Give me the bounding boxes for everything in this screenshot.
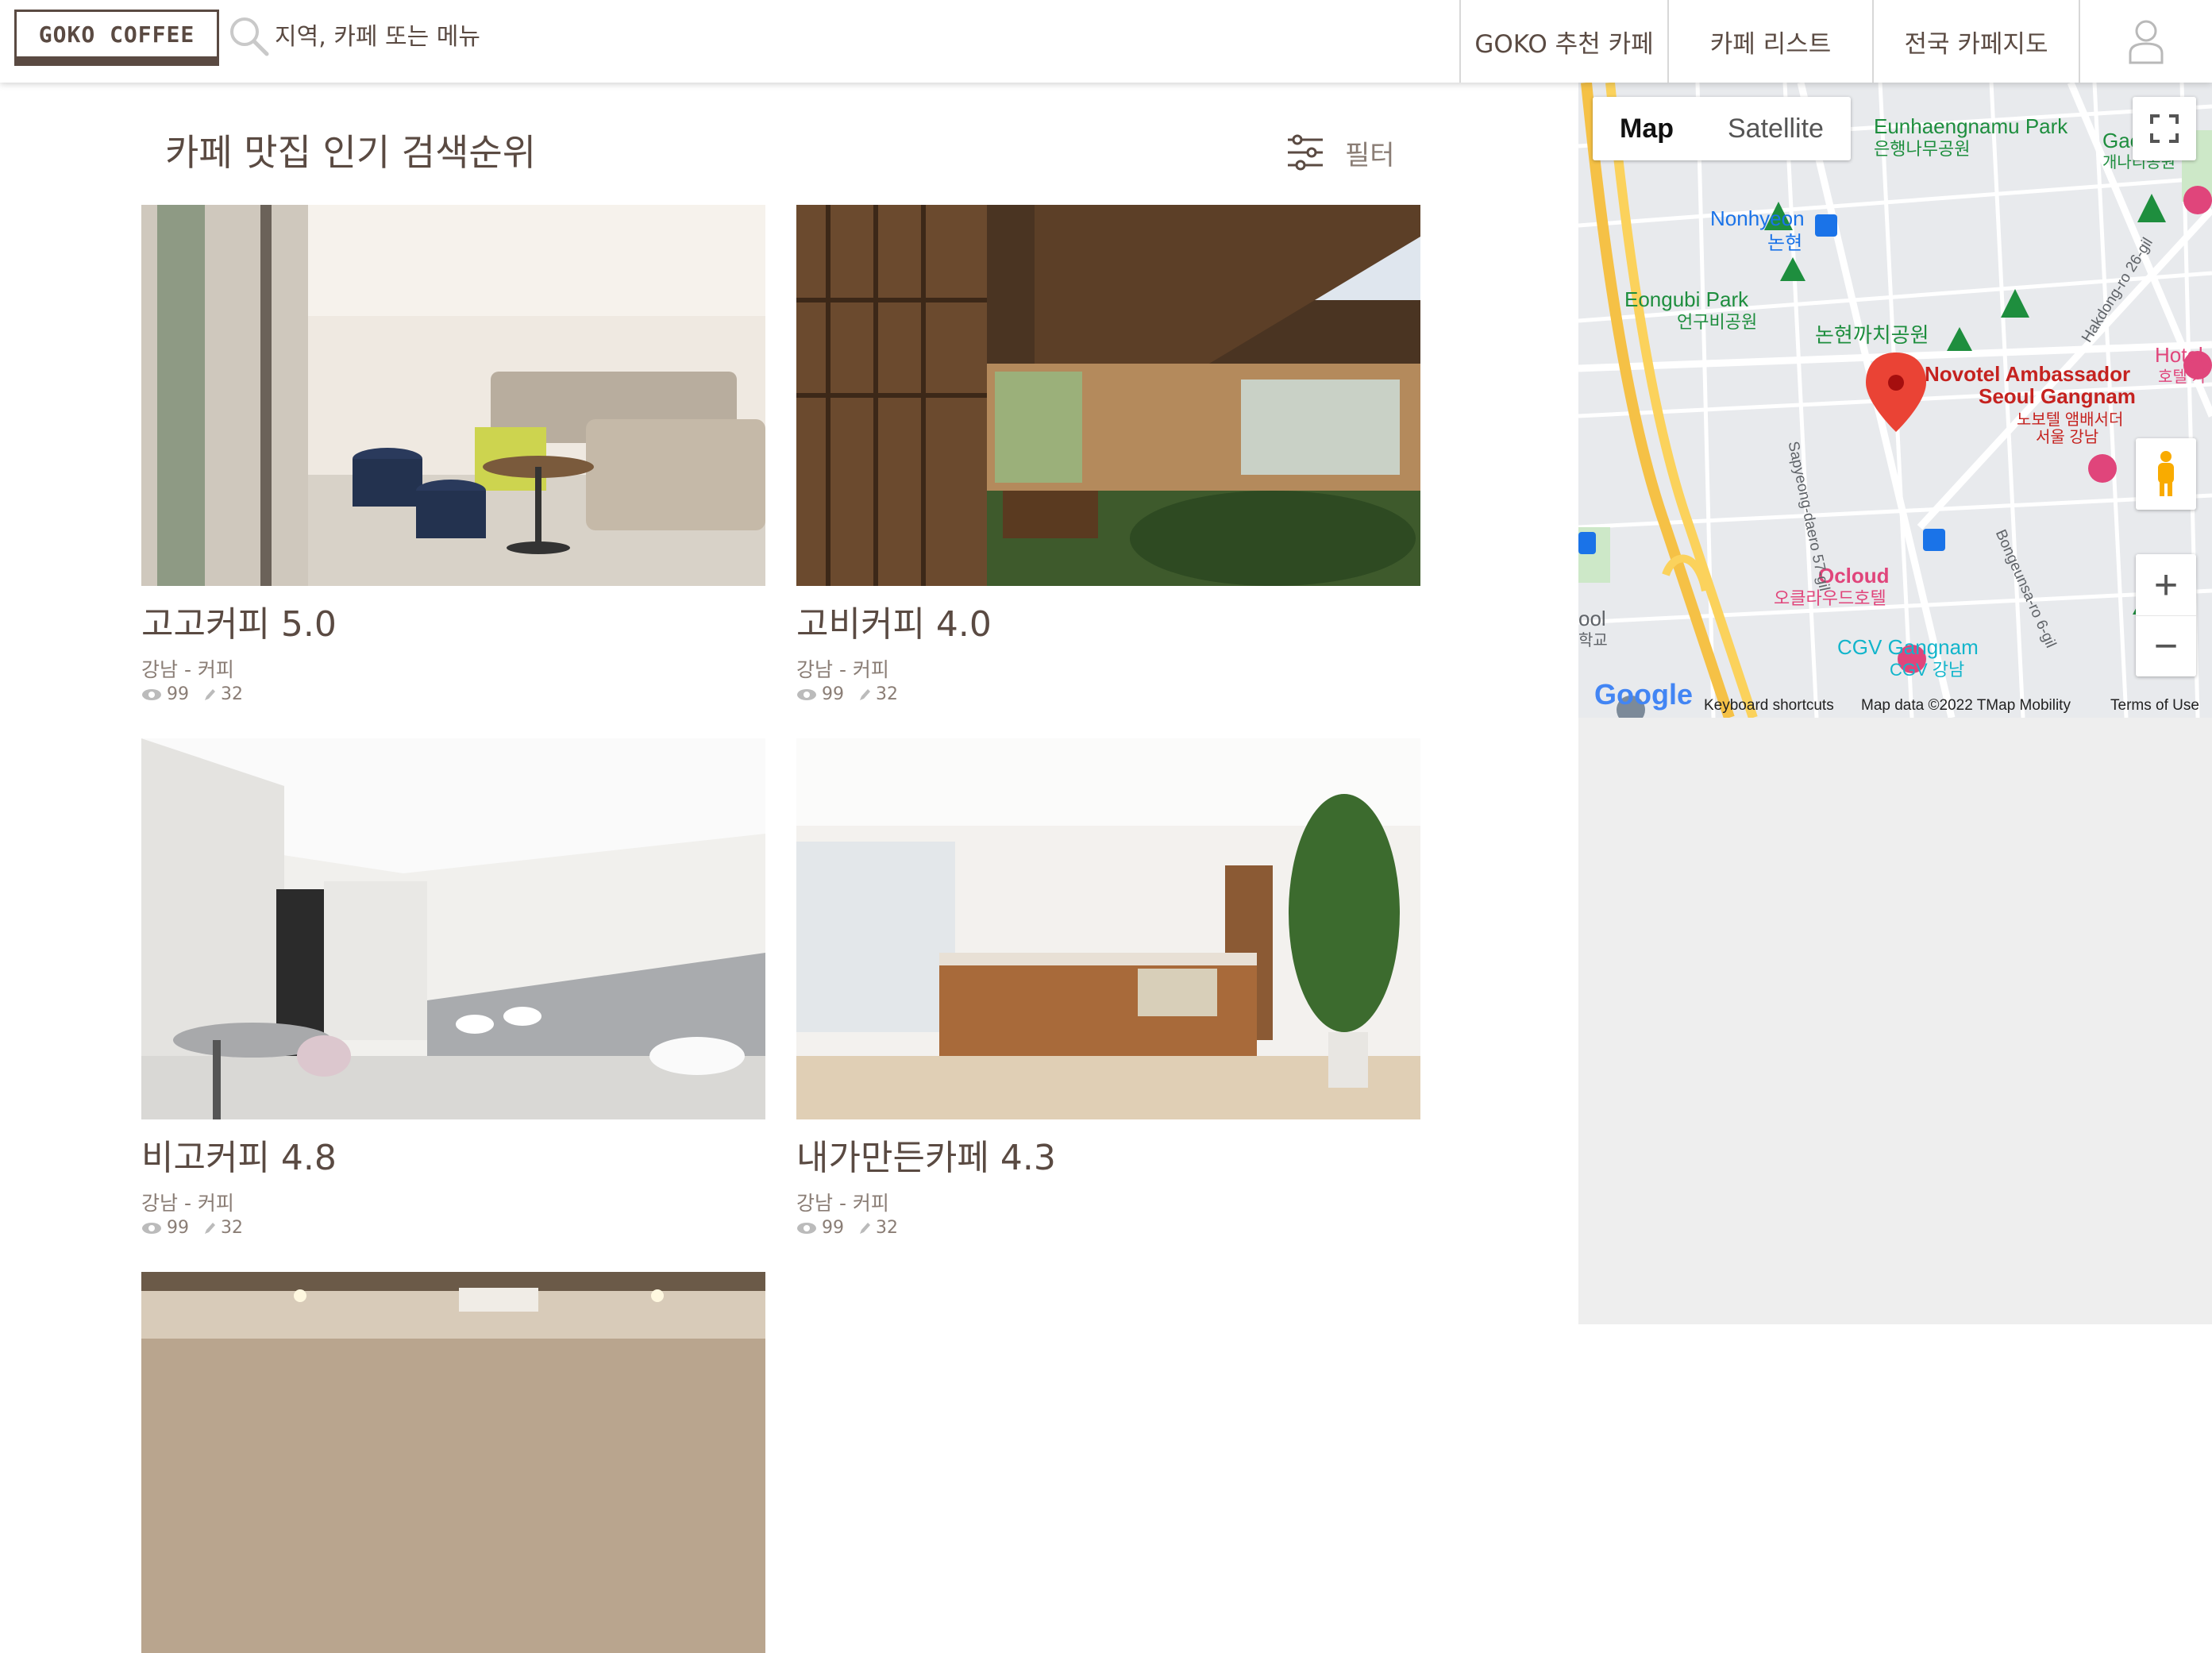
user-account-button[interactable] [2079, 0, 2212, 83]
map-label-eunhaengnamu-ko: 은행나무공원 [1874, 139, 1971, 159]
map-label-school-ko: 학교 [1578, 632, 1608, 649]
zoom-in-button[interactable]: + [2136, 555, 2196, 616]
filter-button[interactable]: 필터 [1285, 132, 1395, 173]
map-label-novotel-ko-2: 서울 강남 [2036, 429, 2099, 446]
view-count: 99 [822, 1218, 844, 1238]
cafe-location: 강남 - 커피 [796, 1192, 889, 1215]
zoom-control: + − [2136, 554, 2196, 676]
cafe-card[interactable]: 고고커피 5.0 강남 - 커피 99 32 [141, 205, 765, 704]
top-header: GOKO COFFEE GOKO 추천 카페 카페 리스트 전국 카페지도 [0, 0, 2212, 83]
map-label-kkachi: 논현까치공원 [1815, 323, 1929, 347]
eye-icon [142, 1222, 161, 1234]
cafe-photo[interactable] [141, 738, 765, 1119]
map-label-nonhyeon-ko: 논현 [1767, 233, 1803, 254]
review-count: 32 [876, 684, 898, 704]
cafe-title[interactable]: 비고커피 4.8 [141, 1129, 765, 1180]
nav-cafe-map[interactable]: 전국 카페지도 [1872, 0, 2079, 83]
cafe-stats: 99 32 [796, 684, 1420, 704]
zoom-out-button[interactable]: − [2136, 616, 2196, 676]
review-count: 32 [876, 1218, 898, 1238]
main-nav: GOKO 추천 카페 카페 리스트 전국 카페지도 [1459, 0, 2212, 83]
map-type-map-button[interactable]: Map [1593, 97, 1701, 160]
filter-label: 필터 [1345, 139, 1395, 171]
review-count: 32 [221, 1218, 243, 1238]
cafe-card[interactable]: 내가만든카페 4.3 강남 - 커피 99 32 [796, 738, 1420, 1238]
keyboard-shortcuts-link[interactable]: Keyboard shortcuts [1704, 697, 1834, 715]
pencil-icon [205, 1222, 215, 1234]
cafe-photo[interactable] [141, 205, 765, 586]
view-count: 99 [167, 1218, 189, 1238]
cafe-stats: 99 32 [141, 684, 765, 704]
eye-icon [797, 1222, 816, 1234]
review-count: 32 [221, 684, 243, 704]
user-icon [2129, 20, 2164, 64]
cafe-stats: 99 32 [141, 1218, 765, 1238]
cafe-location: 강남 - 커피 [141, 658, 234, 681]
cafe-card[interactable] [141, 1272, 765, 1653]
nav-goko-recommended[interactable]: GOKO 추천 카페 [1459, 0, 1667, 83]
pencil-icon [860, 1222, 870, 1234]
map-label-cgv-ko: CGV 강남 [1890, 660, 1965, 680]
search-icon[interactable] [227, 14, 272, 59]
google-map[interactable]: Eunhaengnamu Park 은행나무공원 Gae 개나리공원 Nonhy… [1578, 83, 2212, 718]
view-count: 99 [822, 684, 844, 704]
cafe-ranking-section: 카페 맛집 인기 검색순위 필터 고고커피 5.0 강남 - 커피 99 32 … [0, 83, 1578, 1653]
map-label-eongubi-ko: 언구비공원 [1677, 312, 1758, 332]
map-label-novotel[interactable]: Novotel Ambassador [1925, 362, 2130, 387]
cafe-title[interactable]: 고비커피 4.0 [796, 595, 1420, 646]
map-data-attribution: Map data ©2022 TMap Mobility [1861, 697, 2071, 714]
eye-icon [142, 688, 161, 700]
eye-icon [797, 688, 816, 700]
nav-cafe-list[interactable]: 카페 리스트 [1667, 0, 1872, 83]
map-label-hotel-ko: 호텔 카 [2158, 368, 2206, 386]
cafe-photo[interactable] [141, 1272, 765, 1653]
cafe-location: 강남 - 커피 [141, 1192, 234, 1215]
map-footer: Keyboard shortcuts Map data ©2022 TMap M… [1578, 694, 2212, 718]
page-title: 카페 맛집 인기 검색순위 [165, 131, 537, 174]
pencil-icon [205, 688, 215, 700]
cafe-photo[interactable] [796, 738, 1420, 1119]
cafe-stats: 99 32 [796, 1218, 1420, 1238]
pencil-icon [860, 688, 870, 700]
fullscreen-button[interactable] [2133, 97, 2196, 160]
map-label-novotel-2[interactable]: Seoul Gangnam [1979, 384, 2136, 409]
cafe-photo[interactable] [796, 205, 1420, 586]
terms-of-use-link[interactable]: Terms of Use [2110, 697, 2199, 715]
cafe-title[interactable]: 내가만든카페 4.3 [796, 1129, 1420, 1180]
cafe-title[interactable]: 고고커피 5.0 [141, 595, 765, 646]
map-type-control: Map Satellite [1593, 97, 1851, 160]
view-count: 99 [167, 684, 189, 704]
map-panel: Eunhaengnamu Park 은행나무공원 Gae 개나리공원 Nonhy… [1578, 83, 2212, 1324]
pegman-icon [2158, 451, 2174, 496]
cafe-location: 강남 - 커피 [796, 658, 889, 681]
map-type-satellite-button[interactable]: Satellite [1701, 97, 1851, 160]
goko-coffee-logo[interactable]: GOKO COFFEE [14, 10, 219, 66]
street-view-pegman[interactable] [2136, 438, 2196, 510]
cafe-card[interactable]: 고비커피 4.0 강남 - 커피 99 32 [796, 205, 1420, 704]
search-input[interactable] [275, 16, 910, 57]
cafe-card[interactable]: 비고커피 4.8 강남 - 커피 99 32 [141, 738, 765, 1238]
fullscreen-icon [2150, 114, 2179, 143]
logo-text: GOKO COFFEE [38, 21, 195, 48]
sliders-icon [1288, 134, 1323, 171]
